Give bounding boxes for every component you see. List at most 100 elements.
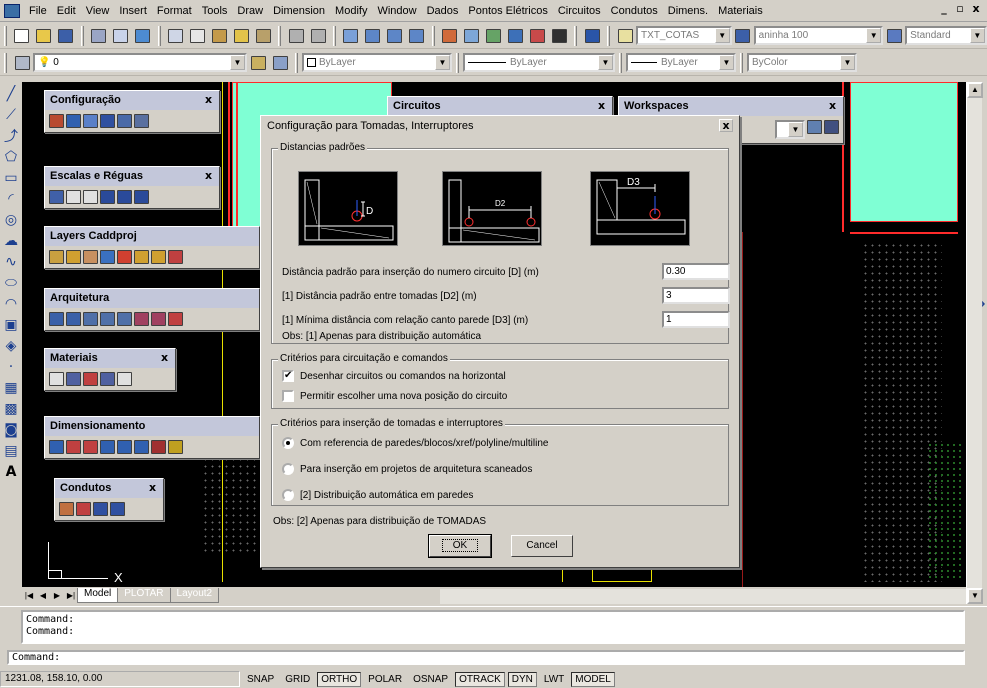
menu-window[interactable]: Window (372, 5, 421, 17)
menu-pontos-eletricos[interactable]: Pontos Elétricos (463, 5, 552, 17)
chevron-down-icon[interactable]: ▼ (866, 28, 882, 43)
vertical-scrollbar[interactable]: ▲ ▼ (966, 82, 983, 604)
lwt-toggle[interactable]: LWT (540, 672, 568, 687)
arch-tool-icon[interactable] (117, 312, 132, 326)
ruler-icon[interactable] (117, 190, 132, 204)
config-icon[interactable] (134, 114, 149, 128)
minimize-button[interactable]: _ (937, 3, 951, 16)
dyn-toggle[interactable]: DYN (507, 671, 537, 687)
dimension-tool-icon[interactable] (49, 440, 64, 454)
radio-unselected[interactable] (282, 463, 294, 475)
menu-materiais[interactable]: Materiais (713, 5, 768, 17)
dimension-tool-icon[interactable] (151, 440, 166, 454)
sheet-set-icon[interactable] (505, 26, 525, 46)
multiline-text-icon[interactable]: A (2, 463, 20, 481)
table-style-icon[interactable] (884, 26, 904, 46)
chevron-down-icon[interactable]: ▼ (230, 55, 245, 70)
menu-condutos[interactable]: Condutos (606, 5, 663, 17)
conduit-tool-icon[interactable] (59, 502, 74, 516)
config-icon[interactable] (66, 114, 81, 128)
preview-icon[interactable] (111, 26, 131, 46)
chevron-down-icon[interactable]: ▼ (435, 55, 450, 70)
dimension-tool-icon[interactable] (117, 440, 132, 454)
dialog-close-button[interactable]: x (719, 119, 733, 132)
cut-icon[interactable] (166, 26, 186, 46)
toolbar-title[interactable]: Layers Caddproj (45, 227, 259, 246)
distancia-d-input[interactable]: 0.30 (662, 263, 730, 280)
layer-tool-icon[interactable] (117, 250, 132, 264)
distancia-d2-input[interactable]: 3 (662, 287, 730, 304)
menu-file[interactable]: File (24, 5, 52, 17)
table-style-select[interactable]: Standard ▼ (905, 26, 987, 45)
conduit-tool-icon[interactable] (110, 502, 125, 516)
config-icon[interactable] (117, 114, 132, 128)
new-icon[interactable] (12, 26, 32, 46)
chevron-down-icon[interactable]: ▼ (788, 122, 803, 137)
table-icon[interactable]: ▤ (2, 442, 20, 460)
menu-circuitos[interactable]: Circuitos (553, 5, 606, 17)
layer-tool-icon[interactable] (151, 250, 166, 264)
last-tab-icon[interactable]: ▶| (64, 589, 78, 603)
scroll-down-icon[interactable]: ▼ (967, 588, 983, 604)
menu-modify[interactable]: Modify (330, 5, 372, 17)
menu-dimens[interactable]: Dimens. (663, 5, 713, 17)
materials-icon[interactable] (100, 372, 115, 386)
layer-previous-icon[interactable] (270, 53, 290, 73)
config-icon[interactable] (83, 114, 98, 128)
open-icon[interactable] (34, 26, 54, 46)
block-editor-icon[interactable] (253, 26, 273, 46)
tab-model[interactable]: Model (77, 588, 119, 603)
region-icon[interactable]: ◙ (2, 421, 20, 439)
hatch-icon[interactable]: ▦ (2, 379, 20, 397)
layer-tool-icon[interactable] (66, 250, 81, 264)
cancel-button[interactable]: Cancel (511, 535, 573, 557)
dimension-tool-icon[interactable] (134, 440, 149, 454)
close-icon[interactable]: x (595, 100, 608, 112)
save-icon[interactable] (56, 26, 76, 46)
menu-view[interactable]: View (81, 5, 115, 17)
arch-tool-icon[interactable] (151, 312, 166, 326)
dimension-tool-icon[interactable] (100, 440, 115, 454)
line-icon[interactable]: ╱ (2, 85, 20, 103)
toolbar-title[interactable]: Escalas e Réguas x (45, 167, 219, 186)
checkbox-unchecked[interactable] (282, 390, 294, 402)
text-style-select[interactable]: TXT_COTAS ▼ (636, 26, 732, 45)
arch-tool-icon[interactable] (49, 312, 64, 326)
menu-insert[interactable]: Insert (114, 5, 152, 17)
prev-tab-icon[interactable]: ◀ (36, 589, 50, 603)
markup-icon[interactable] (527, 26, 547, 46)
osnap-toggle[interactable]: OSNAP (409, 672, 452, 687)
toolbar-title[interactable]: Dimensionamento (45, 417, 259, 436)
chevron-down-icon[interactable]: ▼ (969, 28, 985, 43)
layer-select[interactable]: 💡 0 ▼ (33, 53, 247, 72)
ruler-icon[interactable] (100, 190, 115, 204)
ok-button[interactable]: OK (428, 534, 492, 558)
chevron-down-icon[interactable]: ▼ (719, 55, 734, 70)
menu-dados[interactable]: Dados (422, 5, 464, 17)
scale-icon[interactable] (66, 190, 81, 204)
layer-tool-icon[interactable] (100, 250, 115, 264)
checkbox-checked[interactable]: ✔ (282, 370, 294, 382)
plot-icon[interactable] (89, 26, 109, 46)
radio-scaneados[interactable]: Para inserção em projetos de arquitetura… (282, 463, 532, 475)
tool-palettes-icon[interactable] (484, 26, 504, 46)
gradient-icon[interactable]: ▩ (2, 400, 20, 418)
materials-icon[interactable] (83, 372, 98, 386)
horizontal-scrollbar[interactable] (440, 589, 966, 604)
design-center-icon[interactable] (462, 26, 482, 46)
insert-block-icon[interactable]: ▣ (2, 316, 20, 334)
first-tab-icon[interactable]: |◀ (22, 589, 36, 603)
materials-icon[interactable] (66, 372, 81, 386)
arch-tool-icon[interactable] (83, 312, 98, 326)
arch-tool-icon[interactable] (168, 312, 183, 326)
layer-tool-icon[interactable] (83, 250, 98, 264)
app-icon[interactable] (4, 3, 20, 18)
toolbar-title[interactable]: Circuitos x (388, 97, 612, 116)
distancia-d3-input[interactable]: 1 (662, 311, 730, 328)
zoom-realtime-icon[interactable] (363, 26, 383, 46)
materials-icon[interactable] (117, 372, 132, 386)
toolbar-grip[interactable] (4, 52, 7, 73)
nova-posicao-checkbox[interactable]: Permitir escolher uma nova posição do ci… (282, 390, 507, 402)
text-style-icon[interactable] (615, 26, 635, 46)
toolbar-title[interactable]: Configuração x (45, 91, 219, 110)
